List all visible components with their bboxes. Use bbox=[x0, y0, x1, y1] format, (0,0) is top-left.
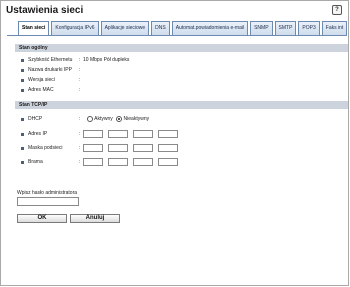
ok-button[interactable]: OK bbox=[17, 214, 67, 223]
bullet-icon bbox=[21, 58, 24, 62]
row-label: Adres MAC bbox=[28, 87, 54, 93]
bullet-icon bbox=[21, 78, 24, 82]
row-subnet-mask: Maska podsieci : bbox=[21, 144, 80, 152]
subnet-mask-octet-4[interactable] bbox=[158, 144, 178, 152]
row-label: Adres IP bbox=[28, 131, 48, 137]
help-icon[interactable]: ? bbox=[332, 5, 342, 15]
row-network-version: Wersja sieci : bbox=[21, 76, 80, 84]
subnet-mask-octet-2[interactable] bbox=[108, 144, 128, 152]
ip-address-octet-3[interactable] bbox=[133, 130, 153, 138]
row-colon: : bbox=[79, 116, 81, 122]
tab-aplikacje-sieciowe[interactable]: Aplikacje sieciowe bbox=[100, 21, 150, 36]
gateway-octet-4[interactable] bbox=[158, 158, 178, 166]
section-header-stan-ogolny: Stan ogólny bbox=[15, 44, 348, 52]
row-value: 10 Mbps Pół dupleks bbox=[83, 57, 130, 63]
gateway-octet-3[interactable] bbox=[133, 158, 153, 166]
dhcp-radio-group: Aktywny Nieaktywny bbox=[87, 115, 149, 123]
row-colon: : bbox=[79, 57, 81, 63]
row-colon: : bbox=[79, 87, 81, 93]
row-ipp-printer-name: Nazwa drukarki IPP : bbox=[21, 66, 80, 74]
tab-stan-sieci[interactable]: Stan sieci bbox=[18, 21, 50, 36]
row-mac-address: Adres MAC : bbox=[21, 86, 80, 94]
tab-pop3[interactable]: POP3 bbox=[298, 21, 320, 36]
dhcp-inactive-label: Nieaktywny bbox=[123, 116, 150, 122]
tab-snmp[interactable]: SNMP bbox=[250, 21, 273, 36]
settings-window: Ustawienia sieci ? Stan sieci Konfiguracj… bbox=[0, 0, 349, 286]
row-label: Maska podsieci bbox=[28, 145, 63, 151]
bullet-icon bbox=[21, 68, 24, 72]
bullet-icon bbox=[21, 146, 24, 150]
tab-konfiguracja-ipv6[interactable]: Konfiguracja IPv6 bbox=[51, 21, 99, 36]
bullet-icon bbox=[21, 88, 24, 92]
ip-address-octet-1[interactable] bbox=[83, 130, 103, 138]
tab-dns[interactable]: DNS bbox=[151, 21, 170, 36]
gateway-octet-1[interactable] bbox=[83, 158, 103, 166]
dhcp-inactive-radio[interactable] bbox=[116, 115, 123, 122]
row-label: DHCP bbox=[28, 116, 43, 122]
page-title: Ustawienia sieci bbox=[6, 5, 84, 16]
row-colon: : bbox=[79, 77, 81, 83]
row-label: Nazwa drukarki IPP bbox=[28, 67, 72, 73]
dhcp-active-label: Aktywny bbox=[94, 116, 113, 122]
ip-address-octet-2[interactable] bbox=[108, 130, 128, 138]
gateway-octet-2[interactable] bbox=[108, 158, 128, 166]
subnet-mask-octet-3[interactable] bbox=[133, 144, 153, 152]
row-label: Wersja sieci bbox=[28, 77, 55, 83]
row-colon: : bbox=[79, 145, 81, 151]
row-label: Brama bbox=[28, 159, 43, 165]
row-ethernet-speed: Szybkość Ethernetu : 10 Mbps Pół dupleks bbox=[21, 56, 129, 64]
ip-address-octet-4[interactable] bbox=[158, 130, 178, 138]
row-colon: : bbox=[79, 159, 81, 165]
cancel-button[interactable]: Anuluj bbox=[70, 214, 120, 223]
tab-automat-powiadomienia[interactable]: Automat.powiadomienia e-mail bbox=[171, 21, 249, 36]
row-ip-address: Adres IP : bbox=[21, 130, 80, 138]
tab-smtp[interactable]: SMTP bbox=[274, 21, 297, 36]
row-dhcp: DHCP : Aktywny Nieaktywny bbox=[21, 115, 181, 123]
tab-divider bbox=[7, 35, 343, 36]
dhcp-active-radio[interactable] bbox=[87, 115, 93, 122]
admin-password-input[interactable] bbox=[17, 197, 79, 206]
subnet-mask-octet-1[interactable] bbox=[83, 144, 103, 152]
row-colon: : bbox=[79, 131, 81, 137]
row-gateway: Brama : bbox=[21, 158, 80, 166]
row-label: Szybkość Ethernetu bbox=[28, 57, 73, 63]
tab-faks-internetowy[interactable]: Faks int bbox=[321, 21, 348, 36]
bullet-icon bbox=[21, 117, 24, 121]
bullet-icon bbox=[21, 132, 24, 136]
row-colon: : bbox=[79, 67, 81, 73]
section-header-stan-tcpip: Stan TCP/IP bbox=[15, 101, 348, 109]
bullet-icon bbox=[21, 160, 24, 164]
admin-password-label: Wpisz hasło administratora bbox=[17, 190, 78, 196]
